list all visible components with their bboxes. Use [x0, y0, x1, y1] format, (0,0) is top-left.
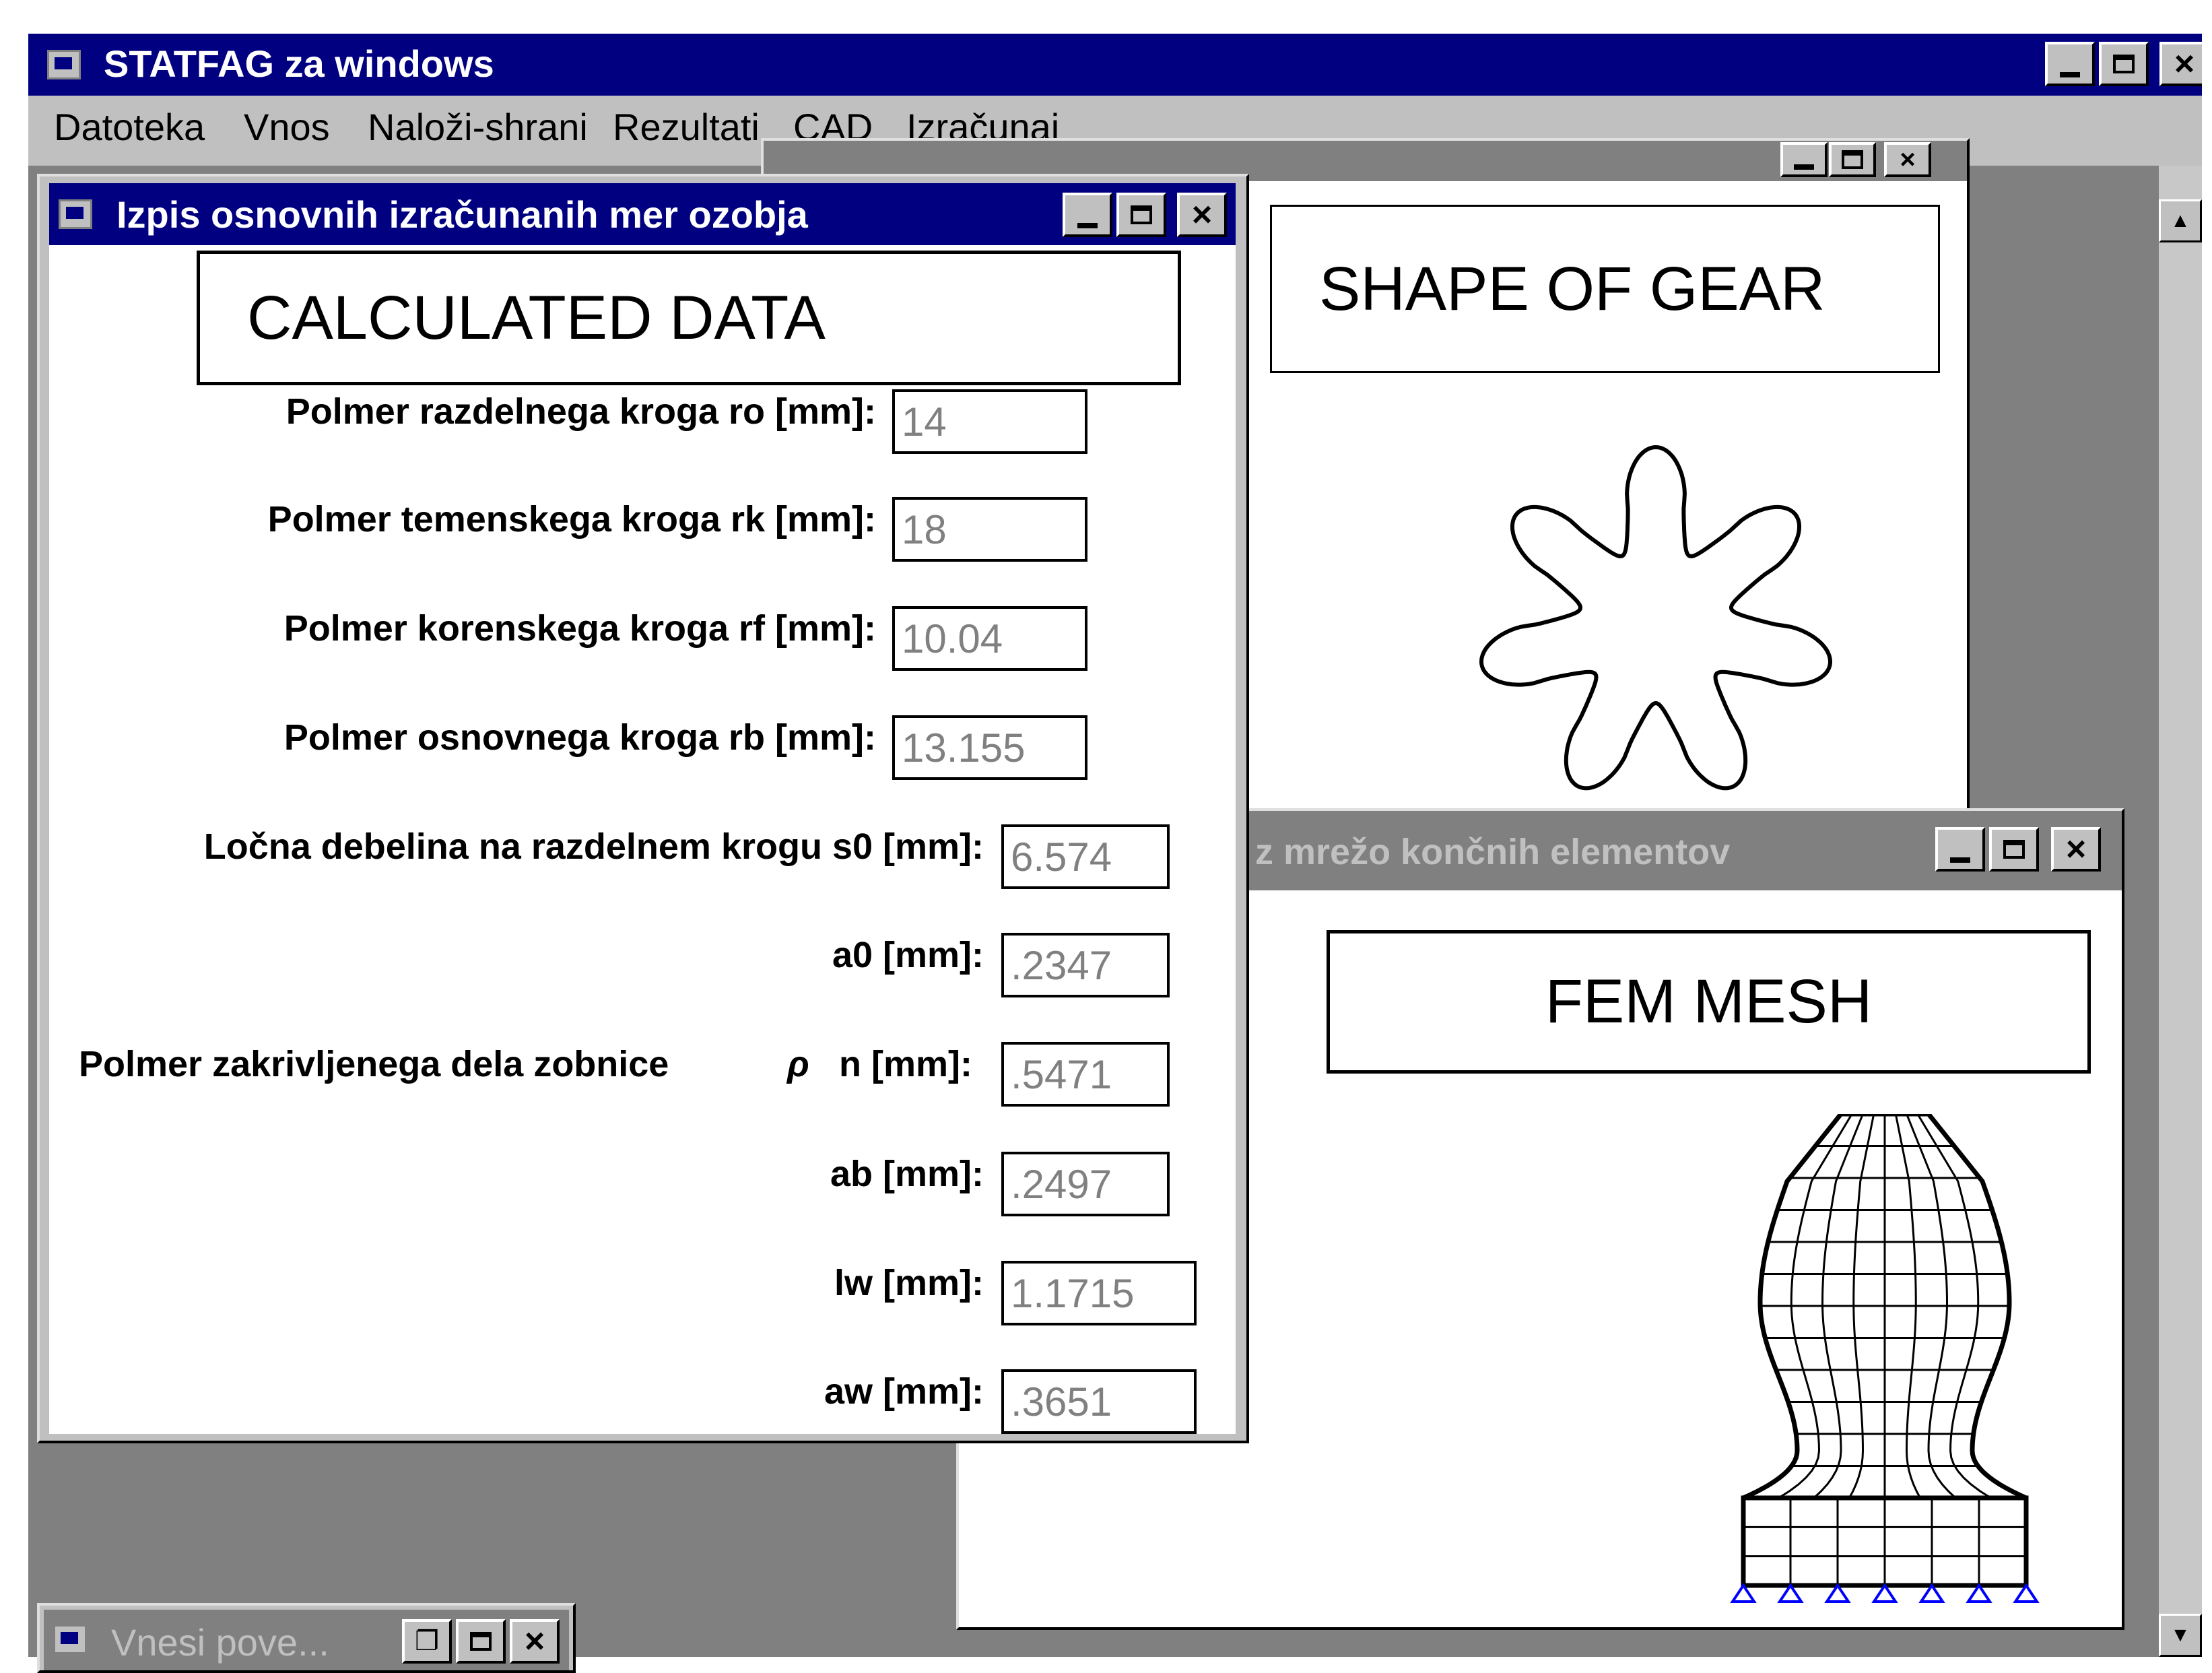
- fem-window-title: z mrežo končnih elementov: [1255, 832, 1731, 872]
- gear-close-button[interactable]: ×: [1884, 142, 1931, 177]
- data-window-titlebar[interactable]: Izpis osnovnih izračunanih mer ozobja ×: [49, 183, 1236, 245]
- close-icon: ×: [1191, 195, 1213, 234]
- field-value-lw[interactable]: 1.1715: [1001, 1261, 1197, 1325]
- data-window-title: Izpis osnovnih izračunanih mer ozobja: [116, 193, 808, 236]
- main-window-title: STATFAG za windows: [104, 42, 494, 85]
- minimized-window-titlebar[interactable]: Vnesi pove... ❐ ×: [44, 1610, 569, 1670]
- data-minimize-button[interactable]: [1063, 193, 1112, 237]
- field-label-rho: Polmer zakrivljenega dela zobnice: [79, 1044, 669, 1084]
- field-label-rf: Polmer korenskega kroga rf [mm]:: [283, 608, 876, 649]
- field-label-rho-suffix: n [mm]:: [839, 1044, 972, 1084]
- gear-maximize-button[interactable]: [1829, 142, 1876, 177]
- field-value-rf[interactable]: 10.04: [892, 606, 1087, 671]
- minimized-input-window[interactable]: Vnesi pove... ❐ ×: [37, 1603, 576, 1673]
- minimize-icon: [2060, 72, 2080, 77]
- field-label-lw: lw [mm]:: [834, 1263, 984, 1303]
- maximize-icon: [2003, 840, 2025, 859]
- data-maximize-button[interactable]: [1116, 193, 1166, 237]
- data-close-button[interactable]: ×: [1177, 193, 1227, 237]
- gear-outline: [1479, 445, 1833, 791]
- field-value-aw[interactable]: .3651: [1001, 1369, 1197, 1434]
- menu-datoteka[interactable]: Datoteka: [54, 105, 205, 149]
- fem-heading: FEM MESH: [1545, 967, 1873, 1036]
- main-titlebar[interactable]: STATFAG za windows ×: [28, 34, 2202, 96]
- field-label-ro: Polmer razdelnega kroga ro [mm]:: [286, 391, 876, 432]
- field-label-a0: a0 [mm]:: [832, 935, 984, 975]
- fem-minimize-button[interactable]: [1935, 827, 1985, 872]
- minimized-restore-button[interactable]: ❐: [402, 1619, 452, 1664]
- minimized-close-button[interactable]: ×: [510, 1619, 560, 1664]
- arrow-up-icon: ▲: [2170, 209, 2190, 232]
- gear-heading: SHAPE OF GEAR: [1319, 254, 1825, 323]
- fem-maximize-button[interactable]: [1989, 827, 2039, 872]
- minimized-window-icon[interactable]: [53, 1625, 87, 1654]
- calculated-data-window[interactable]: Izpis osnovnih izračunanih mer ozobja × …: [37, 174, 1249, 1443]
- field-label-rk: Polmer temenskega kroga rk [mm]:: [267, 499, 876, 539]
- field-label-s0: Ločna debelina na razdelnem krogu s0 [mm…: [203, 826, 984, 867]
- minimized-window-title: Vnesi pove...: [111, 1621, 329, 1664]
- vertical-scrollbar[interactable]: ▲ ▼: [2159, 166, 2202, 1657]
- field-value-ro[interactable]: 14: [892, 389, 1087, 454]
- calculated-data-heading-box: CALCULATED DATA: [197, 251, 1181, 385]
- field-label-ab: ab [mm]:: [830, 1154, 984, 1194]
- fem-heading-box: FEM MESH: [1327, 930, 2091, 1074]
- fem-support-markers: [1730, 1583, 2040, 1603]
- minimize-icon: [1077, 223, 1098, 228]
- arrow-down-icon: ▼: [2170, 1624, 2190, 1646]
- close-icon: ×: [1900, 145, 1916, 174]
- minimize-icon: [1950, 857, 1970, 863]
- maximize-icon: [2113, 55, 2135, 73]
- close-icon: ×: [2174, 44, 2195, 84]
- field-value-ab[interactable]: .2497: [1001, 1152, 1170, 1216]
- close-icon: ×: [524, 1622, 545, 1661]
- app-icon[interactable]: [47, 50, 81, 79]
- maximize-icon: [1842, 150, 1863, 169]
- data-window-icon[interactable]: [59, 199, 92, 229]
- gear-heading-box: SHAPE OF GEAR: [1270, 205, 1940, 373]
- scroll-up-button[interactable]: ▲: [2159, 199, 2202, 242]
- scroll-down-button[interactable]: ▼: [2159, 1614, 2202, 1657]
- maximize-icon: [1131, 205, 1152, 224]
- minimized-maximize-button[interactable]: [456, 1619, 506, 1664]
- restore-icon: ❐: [415, 1627, 439, 1656]
- field-value-rho[interactable]: .5471: [1001, 1042, 1170, 1107]
- menu-rezultati[interactable]: Rezultati: [613, 105, 760, 149]
- field-label-aw: aw [mm]:: [824, 1371, 984, 1412]
- field-label-rb: Polmer osnovnega kroga rb [mm]:: [283, 717, 876, 758]
- minimize-icon: [1794, 164, 1814, 170]
- main-maximize-button[interactable]: [2099, 42, 2149, 86]
- fem-close-button[interactable]: ×: [2051, 827, 2101, 872]
- fem-mesh-drawing: [1730, 1114, 2040, 1603]
- menu-vnos[interactable]: Vnos: [244, 105, 330, 149]
- field-value-s0[interactable]: 6.574: [1001, 824, 1170, 889]
- menu-nalozi-shrani[interactable]: Naloži-shrani: [368, 105, 588, 149]
- calculated-data-heading: CALCULATED DATA: [247, 283, 826, 352]
- main-minimize-button[interactable]: [2045, 42, 2095, 86]
- field-value-rb[interactable]: 13.155: [892, 715, 1087, 780]
- main-close-button[interactable]: ×: [2159, 42, 2202, 86]
- field-value-rk[interactable]: 18: [892, 497, 1087, 562]
- rho-symbol: ρ: [787, 1044, 809, 1084]
- close-icon: ×: [2065, 830, 2087, 869]
- gear-shape-drawing: [1479, 445, 1833, 791]
- maximize-icon: [470, 1632, 492, 1651]
- gear-minimize-button[interactable]: [1780, 142, 1828, 177]
- field-value-a0[interactable]: .2347: [1001, 933, 1170, 997]
